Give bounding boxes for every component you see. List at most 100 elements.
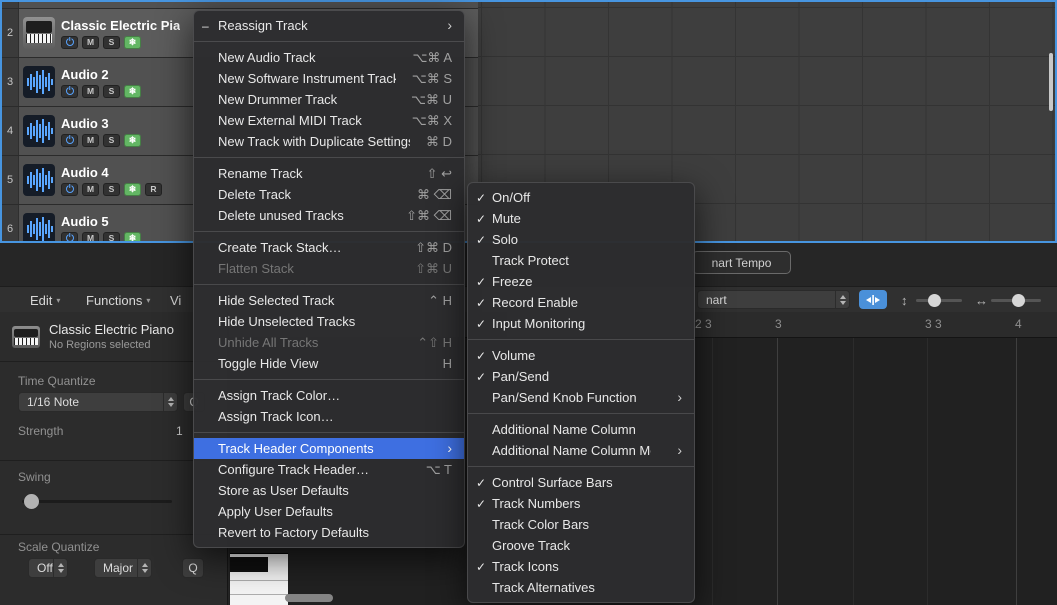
track-icon[interactable] bbox=[23, 164, 55, 196]
menu-item[interactable]: New Audio Track ⌥⌘ A › bbox=[194, 47, 464, 68]
menu-item-label: Additional Name Column Mode bbox=[492, 443, 651, 458]
track-icon[interactable] bbox=[23, 115, 55, 147]
smart-tempo-mode-select[interactable]: nart bbox=[697, 290, 850, 309]
menu-item[interactable]: Groove Track › bbox=[468, 535, 694, 556]
menu-item[interactable]: Track Protect › bbox=[468, 250, 694, 271]
power-button[interactable] bbox=[61, 183, 78, 196]
menu-item-label: Track Icons bbox=[492, 559, 666, 574]
swing-slider[interactable] bbox=[22, 500, 172, 503]
menu-item[interactable]: ✓ Freeze › bbox=[468, 271, 694, 292]
scale-quantize-button[interactable]: Q bbox=[182, 558, 204, 578]
menu-item[interactable]: ✓ Track Numbers › bbox=[468, 493, 694, 514]
menu-item[interactable]: New External MIDI Track ⌥⌘ X › bbox=[194, 110, 464, 131]
menu-item[interactable]: Toggle Hide View H › bbox=[194, 353, 464, 374]
menu-item[interactable]: New Track with Duplicate Settings ⌘ D › bbox=[194, 131, 464, 152]
functions-menu[interactable]: Functions ▾ bbox=[86, 287, 150, 313]
keyboard-shortcut: ⇧⌘ U bbox=[415, 261, 452, 277]
menu-item[interactable]: Hide Selected Track ⌃ H › bbox=[194, 290, 464, 311]
black-key[interactable] bbox=[230, 557, 268, 572]
menu-item-label: Store as User Defaults bbox=[218, 483, 436, 498]
track-icon[interactable] bbox=[23, 17, 55, 49]
power-button[interactable] bbox=[61, 134, 78, 147]
view-menu[interactable]: Vi bbox=[170, 287, 181, 313]
record-enable-button[interactable]: R bbox=[145, 183, 162, 196]
menu-item[interactable]: Assign Track Color… › bbox=[194, 385, 464, 406]
freeze-button[interactable]: ❄ bbox=[124, 134, 141, 147]
power-button[interactable] bbox=[61, 232, 78, 244]
menu-item[interactable]: Track Color Bars › bbox=[468, 514, 694, 535]
solo-button[interactable]: S bbox=[103, 85, 120, 98]
time-quantize-select[interactable]: 1/16 Note bbox=[18, 392, 178, 412]
smart-tempo-display[interactable]: nart Tempo bbox=[692, 251, 791, 274]
menu-item[interactable]: Rename Track ⇧ ↩ › bbox=[194, 163, 464, 184]
menu-item[interactable]: ✓ Record Enable › bbox=[468, 292, 694, 313]
track-icon[interactable] bbox=[23, 213, 55, 243]
strength-label: Strength bbox=[18, 424, 63, 438]
menu-item[interactable]: Apply User Defaults › bbox=[194, 501, 464, 522]
menu-item[interactable]: ✓ Input Monitoring › bbox=[468, 313, 694, 334]
menu-item[interactable]: Hide Unselected Tracks › bbox=[194, 311, 464, 332]
slider-knob[interactable] bbox=[1012, 294, 1025, 307]
piano-keys[interactable] bbox=[230, 553, 288, 605]
menu-item[interactable]: Pan/Send Knob Function › bbox=[468, 387, 694, 408]
menu-item[interactable]: ✓ Track Icons › bbox=[468, 556, 694, 577]
track-number: 4 bbox=[2, 107, 19, 155]
menu-item[interactable]: Configure Track Header… ⌥ T › bbox=[194, 459, 464, 480]
vertical-zoom-slider[interactable] bbox=[916, 299, 962, 302]
menu-item[interactable]: ✓ Control Surface Bars › bbox=[468, 472, 694, 493]
solo-button[interactable]: S bbox=[103, 134, 120, 147]
menu-item[interactable]: Delete Track ⌘ ⌫ › bbox=[194, 184, 464, 205]
mute-button[interactable]: M bbox=[82, 134, 99, 147]
slider-knob[interactable] bbox=[928, 294, 941, 307]
menu-item[interactable]: Store as User Defaults › bbox=[194, 480, 464, 501]
menu-item[interactable]: ✓ Pan/Send › bbox=[468, 366, 694, 387]
menu-item[interactable]: Track Alternatives › bbox=[468, 577, 694, 598]
freeze-button[interactable]: ❄ bbox=[124, 36, 141, 49]
mute-button[interactable]: M bbox=[82, 183, 99, 196]
menu-item[interactable]: Revert to Factory Defaults › bbox=[194, 522, 464, 543]
mute-button[interactable]: M bbox=[82, 85, 99, 98]
power-button[interactable] bbox=[61, 36, 78, 49]
menu-item[interactable]: New Drummer Track ⌥⌘ U › bbox=[194, 89, 464, 110]
checkmark-icon: ✓ bbox=[476, 349, 490, 363]
stepper-icon bbox=[53, 559, 67, 577]
menu-item[interactable]: Flatten Stack ⇧⌘ U › bbox=[194, 258, 464, 279]
menu-item[interactable]: ✓ Volume › bbox=[468, 345, 694, 366]
menu-item[interactable]: Delete unused Tracks ⇧⌘ ⌫ › bbox=[194, 205, 464, 226]
solo-button[interactable]: S bbox=[103, 232, 120, 244]
menu-item[interactable]: New Software Instrument Track ⌥⌘ S › bbox=[194, 68, 464, 89]
menu-item[interactable]: Additional Name Column Mode › bbox=[468, 440, 694, 461]
menu-item-label: Delete unused Tracks bbox=[218, 208, 390, 223]
menu-item[interactable]: – Reassign Track › bbox=[194, 15, 464, 36]
menu-item[interactable]: Additional Name Column › bbox=[468, 419, 694, 440]
freeze-button[interactable]: ❄ bbox=[124, 232, 141, 244]
time-quantize-label: Time Quantize bbox=[18, 374, 96, 388]
scale-type-select[interactable]: Major bbox=[94, 558, 152, 578]
mute-button[interactable]: M bbox=[82, 36, 99, 49]
menu-item[interactable]: Assign Track Icon… › bbox=[194, 406, 464, 427]
edit-menu[interactable]: Edit ▾ bbox=[30, 287, 60, 313]
scale-root-select[interactable]: Off bbox=[28, 558, 68, 578]
menu-item[interactable]: Track Header Components › bbox=[194, 438, 464, 459]
menu-item[interactable]: ✓ On/Off › bbox=[468, 187, 694, 208]
checkmark-icon: ✓ bbox=[476, 233, 490, 247]
menu-item[interactable]: ✓ Solo › bbox=[468, 229, 694, 250]
freeze-button[interactable]: ❄ bbox=[124, 85, 141, 98]
menu-item[interactable]: ✓ Mute › bbox=[468, 208, 694, 229]
solo-button[interactable]: S bbox=[103, 183, 120, 196]
solo-button[interactable]: S bbox=[103, 36, 120, 49]
freeze-button[interactable]: ❄ bbox=[124, 183, 141, 196]
horizontal-zoom-slider[interactable] bbox=[991, 299, 1041, 302]
track-context-menu: – Reassign Track › › New Audio Track ⌥⌘ … bbox=[193, 10, 465, 548]
track-number: 5 bbox=[2, 156, 19, 204]
power-button[interactable] bbox=[61, 85, 78, 98]
mute-button[interactable]: M bbox=[82, 232, 99, 244]
menu-item[interactable]: Create Track Stack… ⇧⌘ D › bbox=[194, 237, 464, 258]
slider-knob[interactable] bbox=[24, 494, 39, 509]
track-icon[interactable] bbox=[23, 66, 55, 98]
menu-item[interactable]: Unhide All Tracks ⌃⇧ H › bbox=[194, 332, 464, 353]
vertical-scrollbar[interactable] bbox=[1049, 53, 1053, 111]
catch-playhead-button[interactable] bbox=[859, 290, 887, 309]
menu-item-label: Track Numbers bbox=[492, 496, 666, 511]
horizontal-scrollbar[interactable] bbox=[285, 594, 333, 602]
